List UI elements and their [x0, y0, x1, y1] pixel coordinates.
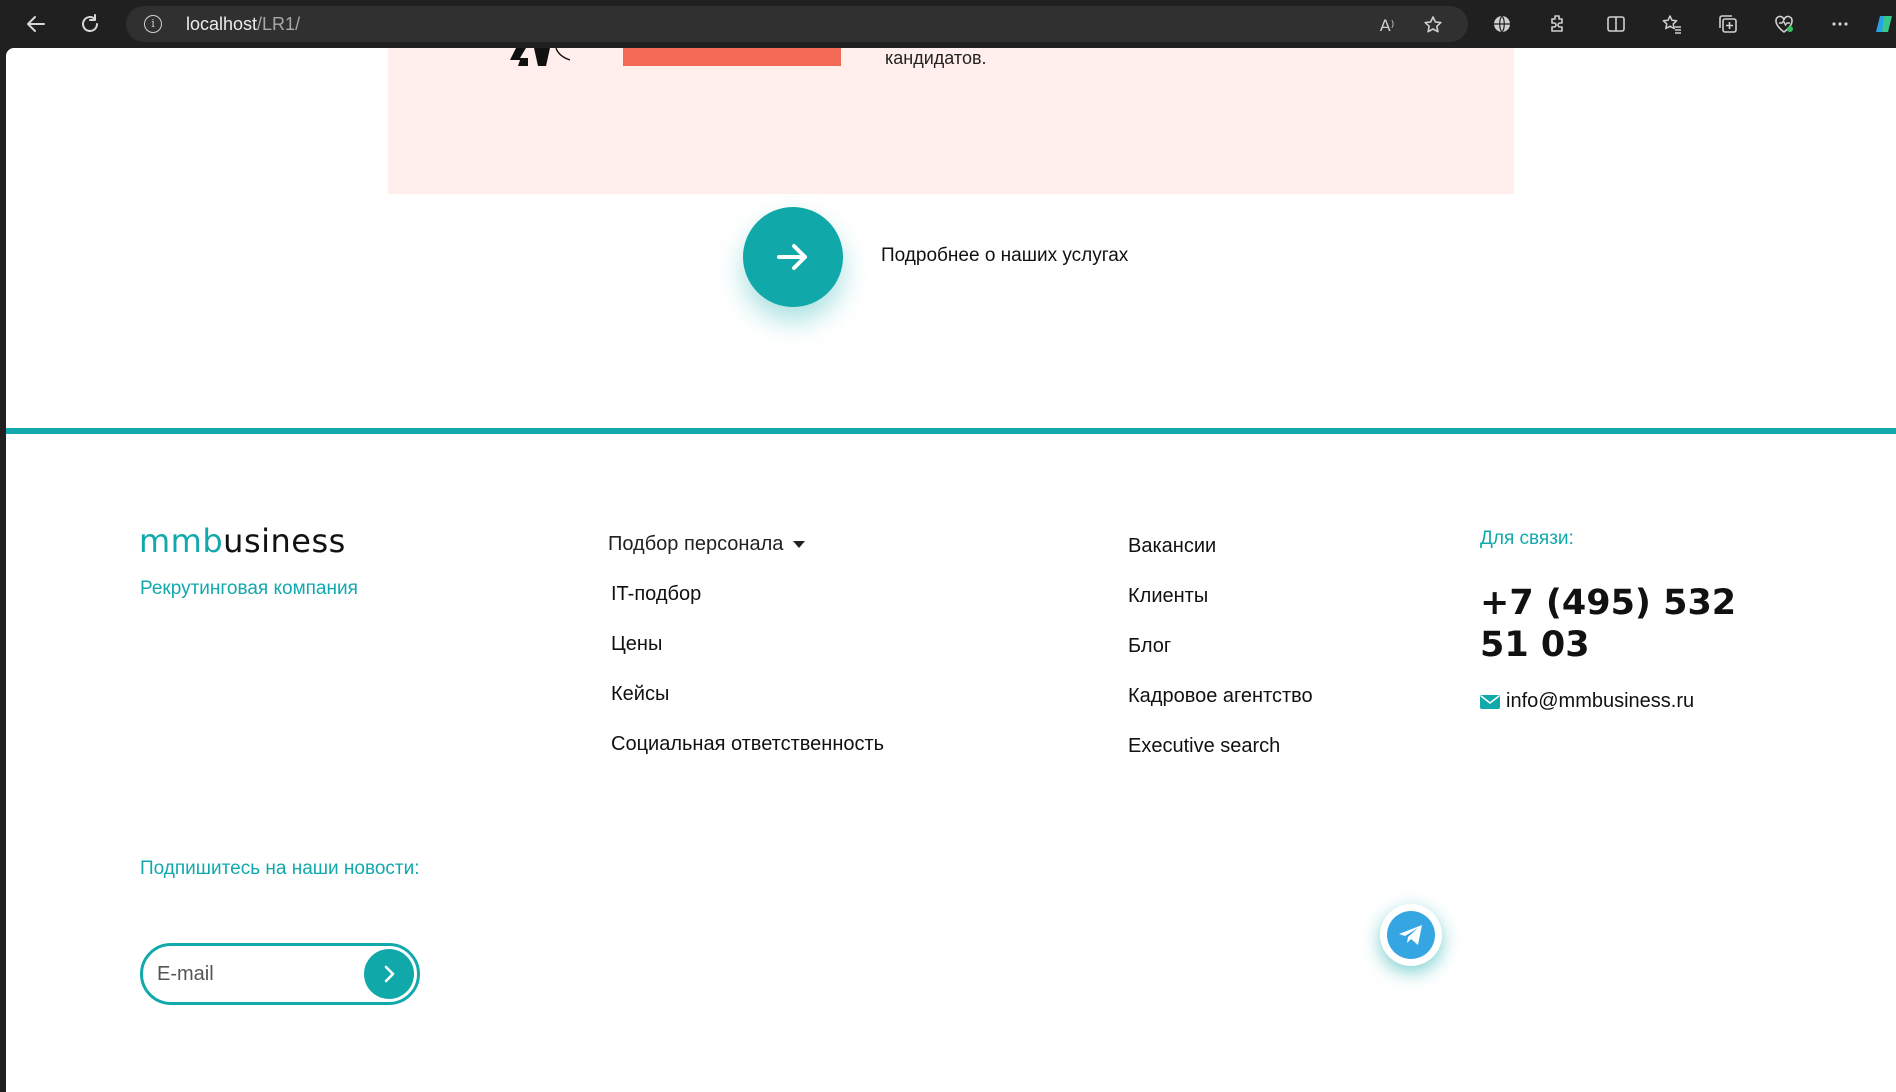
- address-bar[interactable]: i localhost/LR1/ A): [126, 6, 1468, 42]
- footer-links-col2: Вакансии Клиенты Блог Кадровое агентство…: [1128, 535, 1313, 785]
- footer-link[interactable]: Кейсы: [611, 683, 884, 733]
- footer-link[interactable]: IT-подбор: [611, 583, 884, 633]
- subscribe-submit-button[interactable]: [364, 949, 414, 999]
- url-path: /LR1/: [257, 14, 301, 34]
- footer-link[interactable]: Блог: [1128, 635, 1313, 685]
- company-tagline: Рекрутинговая компания: [140, 578, 358, 599]
- contact-heading: Для связи:: [1480, 528, 1574, 549]
- back-arrow-icon: [27, 16, 45, 32]
- logo-accent-part: mmb: [139, 522, 224, 560]
- email-text: info@mmbusiness.ru: [1506, 690, 1695, 712]
- footer-link[interactable]: Executive search: [1128, 735, 1313, 785]
- contact-email[interactable]: info@mmbusiness.ru: [1480, 690, 1694, 713]
- subscribe-form: [140, 943, 420, 1005]
- contact-phone[interactable]: +7 (495) 532 51 03: [1480, 582, 1740, 666]
- telegram-button[interactable]: [1380, 904, 1442, 966]
- service-text-fragment: кандидатов.: [885, 48, 987, 68]
- caret-down-icon: [793, 541, 806, 548]
- footer-logo[interactable]: mmbusiness: [139, 522, 346, 560]
- footer-links-col1: IT-подбор Цены Кейсы Социальная ответств…: [611, 583, 884, 783]
- footer-link[interactable]: Цены: [611, 633, 884, 683]
- site-info-icon[interactable]: i: [144, 15, 162, 33]
- more-services-button[interactable]: [743, 207, 843, 307]
- footer-menu-primary: Подбор персонала: [608, 533, 806, 556]
- refresh-button[interactable]: [74, 8, 106, 40]
- back-button[interactable]: [20, 8, 52, 40]
- url-host: localhost: [186, 14, 258, 34]
- dropdown-label: Подбор персонала: [608, 533, 784, 555]
- footer-link[interactable]: Клиенты: [1128, 585, 1313, 635]
- read-aloud-icon[interactable]: A): [1376, 14, 1398, 36]
- footer-divider: [6, 428, 1896, 434]
- copilot-icon[interactable]: [1874, 12, 1896, 36]
- subscribe-email-input[interactable]: [157, 960, 347, 988]
- chevron-right-icon: [384, 965, 395, 983]
- service-card: [388, 48, 1514, 194]
- footer-link[interactable]: Социальная ответственность: [611, 733, 884, 783]
- footer-link[interactable]: Кадровое агентство: [1128, 685, 1313, 735]
- collections-icon[interactable]: [1716, 12, 1740, 36]
- split-screen-icon[interactable]: [1604, 12, 1628, 36]
- more-services-link[interactable]: Подробнее о наших услугах: [881, 245, 1128, 267]
- extensions-icon[interactable]: [1546, 12, 1570, 36]
- refresh-icon: [82, 14, 98, 32]
- recruitment-dropdown[interactable]: Подбор персонала: [608, 533, 806, 556]
- page-viewport: кандидатов. Подробнее о наших услугах mm…: [6, 48, 1896, 1092]
- telegram-icon: [1387, 911, 1435, 959]
- vpn-globe-icon[interactable]: [1490, 12, 1514, 36]
- favorites-icon[interactable]: [1660, 12, 1684, 36]
- more-menu-icon[interactable]: [1828, 12, 1852, 36]
- browser-toolbar: i localhost/LR1/ A): [0, 0, 1896, 48]
- arrow-right-icon: [777, 244, 807, 270]
- browser-essentials-icon[interactable]: [1772, 12, 1796, 36]
- envelope-icon: [1480, 694, 1500, 709]
- logo-dark-part: usiness: [223, 522, 346, 560]
- subscribe-heading: Подпишитесь на наши новости:: [140, 858, 420, 879]
- illustration-fragment: [510, 48, 570, 66]
- footer-link[interactable]: Вакансии: [1128, 535, 1313, 585]
- illustration-coral-shape: [623, 48, 841, 66]
- url-text[interactable]: localhost/LR1/: [186, 14, 300, 35]
- favorite-star-icon[interactable]: [1422, 14, 1444, 36]
